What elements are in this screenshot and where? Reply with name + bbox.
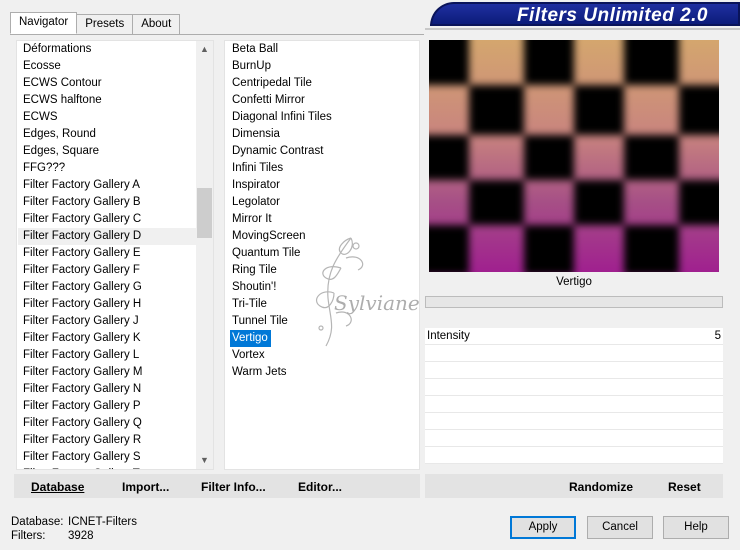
category-item[interactable]: Filter Factory Gallery K xyxy=(18,330,196,347)
category-item[interactable]: Filter Factory Gallery Q xyxy=(18,415,196,432)
filter-item[interactable]: Tri-Tile xyxy=(226,296,416,313)
param-label: Intensity xyxy=(427,330,470,342)
database-button[interactable]: Database xyxy=(31,480,84,494)
param-value[interactable]: 5 xyxy=(715,330,721,342)
filter-item[interactable]: Dynamic Contrast xyxy=(226,143,416,160)
title-banner: Filters Unlimited 2.0 xyxy=(430,2,740,26)
category-item[interactable]: FFG??? xyxy=(18,160,196,177)
filter-item[interactable]: Mirror It xyxy=(226,211,416,228)
category-item[interactable]: Edges, Round xyxy=(18,126,196,143)
category-item[interactable]: Filter Factory Gallery A xyxy=(18,177,196,194)
category-item[interactable]: Filter Factory Gallery S xyxy=(18,449,196,466)
preview-toolbar: Randomize Reset xyxy=(425,474,723,498)
category-item[interactable]: Ecosse xyxy=(18,58,196,75)
category-item[interactable]: Filter Factory Gallery C xyxy=(18,211,196,228)
filters-count-value: 3928 xyxy=(68,530,94,542)
tab-about[interactable]: About xyxy=(132,14,181,34)
category-item[interactable]: Filter Factory Gallery P xyxy=(18,398,196,415)
category-item[interactable]: ECWS xyxy=(18,109,196,126)
category-item[interactable]: Filter Factory Gallery J xyxy=(18,313,196,330)
filter-item[interactable]: Shoutin'! xyxy=(226,279,416,296)
filter-item[interactable]: BurnUp xyxy=(226,58,416,75)
banner-divider xyxy=(425,28,740,30)
filter-item[interactable]: Vertigo xyxy=(230,330,271,347)
filter-item[interactable]: Beta Ball xyxy=(226,41,416,58)
filter-item[interactable]: Legolator xyxy=(226,194,416,211)
param-row[interactable]: Intensity 5 xyxy=(425,328,723,345)
database-value: ICNET-Filters xyxy=(68,516,137,528)
scroll-up-icon[interactable]: ▲ xyxy=(196,41,213,58)
randomize-button[interactable]: Randomize xyxy=(569,480,633,494)
param-row xyxy=(425,447,723,464)
filter-list[interactable]: Beta Ball BurnUp Centripedal Tile Confetti … xyxy=(224,40,420,470)
filter-item[interactable]: Tunnel Tile xyxy=(226,313,416,330)
filters-count-info: Filters: 3928 xyxy=(11,530,94,542)
preview-progress-bar xyxy=(425,296,723,308)
filter-item[interactable]: Confetti Mirror xyxy=(226,92,416,109)
filter-item[interactable]: Ring Tile xyxy=(226,262,416,279)
filter-item[interactable]: Centripedal Tile xyxy=(226,75,416,92)
category-item[interactable]: Filter Factory Gallery L xyxy=(18,347,196,364)
category-item[interactable]: ECWS Contour xyxy=(18,75,196,92)
filter-preview-image xyxy=(429,40,719,272)
app-title: Filters Unlimited 2.0 xyxy=(516,5,708,26)
category-item[interactable]: Filter Factory Gallery F xyxy=(18,262,196,279)
category-scrollbar[interactable]: ▲ ▼ xyxy=(196,41,213,469)
filter-item[interactable]: Vortex xyxy=(226,347,416,364)
preview-caption: Vertigo xyxy=(556,276,592,288)
filter-item[interactable]: MovingScreen xyxy=(226,228,416,245)
category-item[interactable]: ECWS halftone xyxy=(18,92,196,109)
help-button[interactable]: Help xyxy=(663,516,729,539)
category-item[interactable]: Filter Factory Gallery B xyxy=(18,194,196,211)
param-row xyxy=(425,413,723,430)
category-list[interactable]: Déformations Ecosse ECWS Contour ECWS halft… xyxy=(16,40,214,470)
category-item[interactable]: Filter Factory Gallery R xyxy=(18,432,196,449)
filter-item[interactable]: Quantum Tile xyxy=(226,245,416,262)
scroll-thumb[interactable] xyxy=(197,188,212,238)
category-item[interactable]: Déformations xyxy=(18,41,196,58)
param-row xyxy=(425,396,723,413)
category-item[interactable]: Filter Factory Gallery G xyxy=(18,279,196,296)
tab-underline xyxy=(10,34,424,35)
filter-item[interactable]: Warm Jets xyxy=(226,364,416,381)
tab-presets[interactable]: Presets xyxy=(76,14,134,34)
database-info: Database: ICNET-Filters xyxy=(11,516,137,528)
category-item[interactable]: Filter Factory Gallery M xyxy=(18,364,196,381)
category-item[interactable]: Filter Factory Gallery E xyxy=(18,245,196,262)
filter-item[interactable]: Dimensia xyxy=(226,126,416,143)
apply-button[interactable]: Apply xyxy=(510,516,576,539)
filter-item[interactable]: Infini Tiles xyxy=(226,160,416,177)
bottom-toolbar: Database Import... Filter Info... Editor… xyxy=(14,474,420,498)
editor-button[interactable]: Editor... xyxy=(298,480,342,494)
param-row xyxy=(425,362,723,379)
tab-bar: Navigator Presets About xyxy=(10,12,181,34)
import-button[interactable]: Import... xyxy=(122,480,169,494)
param-row xyxy=(425,430,723,447)
filter-item[interactable]: Diagonal Infini Tiles xyxy=(226,109,416,126)
cancel-button[interactable]: Cancel xyxy=(587,516,653,539)
category-item[interactable]: Filter Factory Gallery D xyxy=(18,228,196,245)
param-row xyxy=(425,345,723,362)
param-row xyxy=(425,379,723,396)
reset-button[interactable]: Reset xyxy=(668,480,701,494)
category-item[interactable]: Edges, Square xyxy=(18,143,196,160)
filter-info-button[interactable]: Filter Info... xyxy=(201,480,266,494)
scroll-down-icon[interactable]: ▼ xyxy=(196,452,213,469)
category-item[interactable]: Filter Factory Gallery H xyxy=(18,296,196,313)
category-item[interactable]: Filter Factory Gallery N xyxy=(18,381,196,398)
category-item[interactable]: Filter Factory Gallery T xyxy=(18,466,196,469)
tab-navigator[interactable]: Navigator xyxy=(10,12,78,34)
filter-item[interactable]: Inspirator xyxy=(226,177,416,194)
